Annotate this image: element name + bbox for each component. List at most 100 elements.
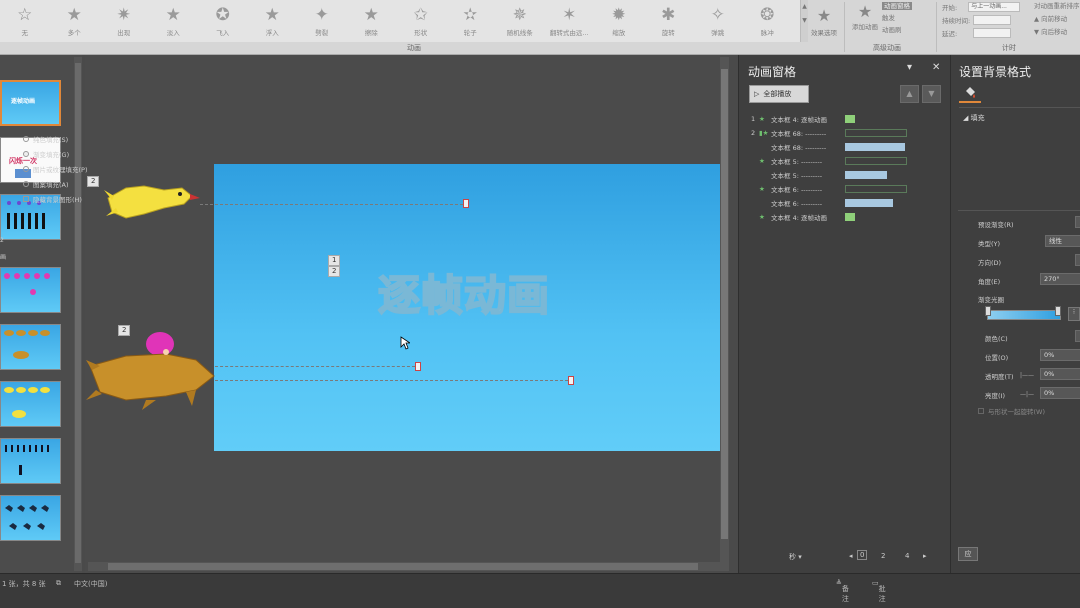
thumbnail-scrollbar[interactable] xyxy=(74,57,82,571)
animation-timeline-bar[interactable] xyxy=(845,185,907,193)
animation-effect-3[interactable]: ★ 淡入 xyxy=(149,0,199,42)
timeline-right-arrow-icon[interactable]: ▸ xyxy=(923,552,927,560)
animation-list-item[interactable]: 文本框 5: --------- xyxy=(751,169,887,181)
color-picker[interactable] xyxy=(1075,330,1080,342)
move-up-button[interactable]: ▲ xyxy=(900,85,919,103)
lion-girl-sprite[interactable] xyxy=(86,330,218,410)
animation-painter-button[interactable]: 动画刷 xyxy=(882,24,912,36)
animation-effect-11[interactable]: ✶ 翻转式由远... xyxy=(545,0,595,42)
rotate-with-shape-checkbox[interactable]: 与形状一起旋转(W) xyxy=(978,406,1045,416)
fill-option-solid[interactable]: 纯色填充(S) xyxy=(23,134,68,144)
trigger-button[interactable]: 触发 xyxy=(882,12,912,24)
brightness-slider[interactable]: —|— xyxy=(1020,391,1034,398)
play-all-button[interactable]: ▷ 全部播放 xyxy=(749,85,809,103)
slide-thumbnail-5[interactable] xyxy=(0,324,61,370)
animation-effect-15[interactable]: ❂ 脉冲 xyxy=(743,0,793,42)
animation-effect-4[interactable]: ✪ 飞入 xyxy=(198,0,248,42)
editor-vertical-scrollbar[interactable] xyxy=(720,57,729,571)
start-select[interactable]: 与上一动画... xyxy=(968,1,1021,12)
animation-timeline-bar[interactable] xyxy=(845,199,893,207)
slide-thumbnail-7[interactable] xyxy=(0,438,61,484)
thumbnail-scroll-thumb[interactable] xyxy=(75,63,81,563)
seconds-dropdown[interactable]: 秒 ▾ xyxy=(789,552,802,562)
type-dropdown[interactable]: 线性 xyxy=(1045,235,1080,247)
add-animation-button[interactable]: ★ 添加动画 xyxy=(848,2,882,31)
move-earlier-button[interactable]: ▲ 向前移动 xyxy=(1034,13,1080,26)
close-icon[interactable]: ✕ xyxy=(932,62,940,73)
animation-list-item[interactable]: 文本框 68: --------- xyxy=(751,141,905,153)
notes-button[interactable]: ≜ 备注 xyxy=(836,579,849,603)
animation-effect-0[interactable]: ☆ 无 xyxy=(0,0,50,42)
fill-option-gradient[interactable]: 渐变填充(G) xyxy=(23,149,69,159)
editor-horizontal-scrollbar[interactable] xyxy=(88,562,720,571)
animation-effect-14[interactable]: ✧ 弹跳 xyxy=(693,0,743,42)
animation-effect-13[interactable]: ✱ 旋转 xyxy=(644,0,694,42)
duration-input[interactable] xyxy=(973,14,1012,25)
angle-input[interactable]: 270° xyxy=(1040,273,1080,285)
gradient-stop-handle[interactable] xyxy=(985,306,991,316)
position-input[interactable]: 0% xyxy=(1040,349,1080,361)
paint-bucket-icon[interactable] xyxy=(963,85,977,99)
animation-list-item[interactable]: 1 ★ 文本框 4: 逐帧动画 xyxy=(751,113,855,125)
animation-order-tag[interactable]: 2 xyxy=(328,266,341,277)
animation-list-item[interactable]: 2 ▮★ 文本框 68: --------- xyxy=(751,127,907,139)
editor-vscroll-thumb[interactable] xyxy=(721,69,728,539)
move-later-button[interactable]: ▼ 向后移动 xyxy=(1034,26,1080,39)
animation-effect-5[interactable]: ★ 浮入 xyxy=(248,0,298,42)
timeline-left-arrow-icon[interactable]: ◂ xyxy=(849,552,853,560)
thumbnail-4-characters xyxy=(4,273,50,295)
animation-timeline-bar[interactable] xyxy=(845,213,855,221)
motion-path-end-marker[interactable] xyxy=(568,376,574,385)
animation-timeline-bar[interactable] xyxy=(845,143,905,151)
slide-thumbnail-6[interactable] xyxy=(0,381,61,427)
animation-effect-9[interactable]: ✫ 轮子 xyxy=(446,0,496,42)
apply-to-all-button[interactable]: 应 xyxy=(958,547,978,561)
animation-effect-6[interactable]: ✦ 劈裂 xyxy=(297,0,347,42)
animation-effect-8[interactable]: ✩ 形状 xyxy=(396,0,446,42)
animation-list-item[interactable]: 文本框 6: --------- xyxy=(751,197,893,209)
motion-path-end-marker[interactable] xyxy=(463,199,469,208)
effect-star-icon: ✶ xyxy=(562,4,577,25)
language-indicator[interactable]: 中文(中国) xyxy=(74,579,107,589)
gradient-stop-handle[interactable] xyxy=(1055,306,1061,316)
comments-button[interactable]: ▭ 批注 xyxy=(872,579,886,603)
add-gradient-stop-icon[interactable]: ⁝ xyxy=(1068,307,1080,321)
fill-option-pattern[interactable]: 图案填充(A) xyxy=(23,179,69,189)
spellcheck-icon[interactable]: ⧉ xyxy=(56,579,61,588)
animation-list-item[interactable]: ★ 文本框 4: 逐帧动画 xyxy=(751,211,855,223)
direction-dropdown[interactable] xyxy=(1075,254,1080,266)
animation-order-tag[interactable]: 1 xyxy=(328,255,341,266)
animation-order-tag[interactable]: 2 xyxy=(87,176,100,187)
animation-effect-1[interactable]: ★ 多个 xyxy=(50,0,100,42)
animation-effect-2[interactable]: ✷ 出现 xyxy=(99,0,149,42)
animation-effect-7[interactable]: ★ 擦除 xyxy=(347,0,397,42)
fill-option-picture[interactable]: 图片或纹理填充(P) xyxy=(23,164,88,174)
animation-timeline-bar[interactable] xyxy=(845,129,907,137)
slide-title-text[interactable]: 逐帧动画 xyxy=(377,262,550,323)
hide-background-checkbox[interactable]: 隐藏背景图形(H) xyxy=(23,194,82,204)
gradient-stops-slider[interactable] xyxy=(987,310,1061,320)
pane-menu-chevron-icon[interactable]: ▾ xyxy=(907,62,912,73)
yellow-bird-sprite[interactable] xyxy=(104,178,200,226)
animation-timeline-bar[interactable] xyxy=(845,157,907,165)
delay-input[interactable] xyxy=(973,27,1012,38)
effect-options-button[interactable]: ★ 效果选项 xyxy=(806,0,842,42)
brightness-input[interactable]: 0% xyxy=(1040,387,1080,399)
slide-thumbnail-8[interactable] xyxy=(0,495,61,541)
move-down-button[interactable]: ▼ xyxy=(922,85,941,103)
fill-section-header[interactable]: ◢ 填充 xyxy=(963,113,985,123)
animation-timeline-bar[interactable] xyxy=(845,115,855,123)
editor-hscroll-thumb[interactable] xyxy=(108,563,698,570)
slide-thumbnail-4[interactable] xyxy=(0,267,61,313)
animation-effect-12[interactable]: ✹ 缩放 xyxy=(594,0,644,42)
animation-list-item[interactable]: ★ 文本框 5: --------- xyxy=(751,155,907,167)
transparency-input[interactable]: 0% xyxy=(1040,368,1080,380)
animation-timeline-bar[interactable] xyxy=(845,171,887,179)
animation-list-item[interactable]: ★ 文本框 6: --------- xyxy=(751,183,907,195)
motion-path-end-marker[interactable] xyxy=(415,362,421,371)
animation-effect-10[interactable]: ✵ 随机线条 xyxy=(495,0,545,42)
preset-gradient-dropdown[interactable] xyxy=(1075,216,1080,228)
animation-pane-toggle[interactable]: 动画窗格 xyxy=(882,0,912,12)
slide-thumbnail-1[interactable]: 逐帧动画 xyxy=(0,80,61,126)
transparency-slider[interactable]: |—— xyxy=(1020,372,1034,379)
